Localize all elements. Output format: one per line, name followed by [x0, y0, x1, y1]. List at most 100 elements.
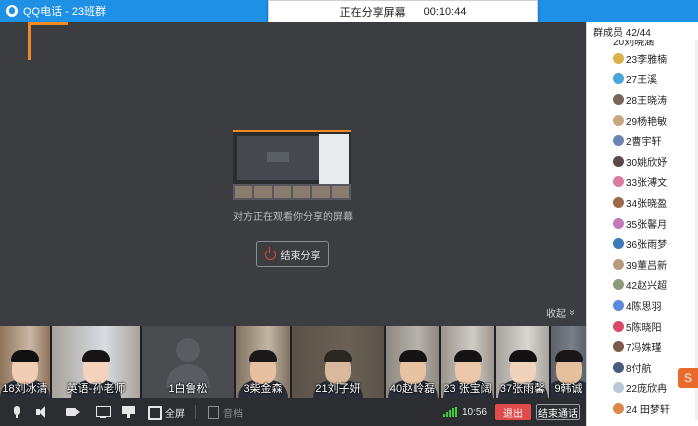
member-item[interactable]: 27王溪: [587, 69, 698, 90]
end-share-label: 结束分享: [280, 250, 321, 262]
fullscreen-icon[interactable]: [148, 406, 162, 420]
member-item[interactable]: 5陈晓阳: [587, 316, 698, 337]
avatar: [613, 382, 624, 394]
document-icon[interactable]: [206, 406, 220, 419]
avatar: [613, 299, 624, 311]
avatar: [613, 135, 624, 147]
video-tile[interactable]: 23 张宝阔: [441, 326, 494, 398]
main-stage: 对方正在观看你分享的屏幕 结束分享 收起 »: [0, 22, 586, 326]
member-item[interactable]: 36张雨梦: [587, 233, 698, 254]
video-tile[interactable]: 40赵岭磊: [386, 326, 439, 398]
toolbar-divider: [195, 405, 196, 419]
power-icon: [264, 246, 276, 260]
member-item[interactable]: 35张馨月: [587, 213, 698, 234]
end-call-button[interactable]: 结束通话: [536, 404, 580, 420]
participant-name: 9韩诚: [554, 383, 583, 395]
video-tile[interactable]: 1白鲁松: [142, 326, 234, 398]
watching-notice: 对方正在观看你分享的屏幕: [233, 212, 353, 223]
member-name: 22庞欣冉: [626, 384, 668, 396]
sharing-timer: 00:10:44: [423, 6, 467, 18]
qq-logo-icon: [6, 5, 18, 17]
avatar: [613, 155, 624, 167]
participant-hair: [82, 350, 110, 362]
preview-video-strip: [233, 184, 351, 200]
sogou-ime-icon[interactable]: S: [678, 368, 698, 388]
member-item[interactable]: 24 田梦轩: [587, 398, 698, 419]
call-toolbar: 全屏 音档 10:56 退出 结束通话: [0, 398, 586, 426]
member-item[interactable]: 28王晓涛: [587, 89, 698, 110]
sharing-label: 正在分享屏幕: [339, 7, 406, 19]
member-item[interactable]: 39董吕新: [587, 254, 698, 275]
participant-name: 21刘子妍: [315, 383, 361, 395]
participant-name: 1白鲁松: [168, 383, 208, 395]
member-name: 20刘晓涵: [613, 40, 655, 48]
avatar: [613, 196, 624, 208]
avatar: [613, 341, 624, 353]
member-item[interactable]: 23李雅楠: [587, 48, 698, 69]
avatar: [613, 93, 624, 105]
member-item[interactable]: 33张溥文: [587, 172, 698, 193]
member-item[interactable]: 2曹宇轩: [587, 130, 698, 151]
member-name: 42赵兴超: [626, 281, 668, 293]
video-strip: 18刘冰清 英语-孙老师 1白鲁松 3柴金森 21刘子妍 40赵岭磊 23 张宝阔 37张雨馨…: [0, 326, 586, 398]
camera-icon[interactable]: [66, 406, 80, 418]
participant-hair: [249, 350, 277, 362]
member-name: 39董吕新: [626, 260, 668, 272]
video-tile[interactable]: 英语-孙老师: [52, 326, 140, 398]
preview-member-list: [319, 134, 349, 186]
end-share-button[interactable]: 结束分享: [256, 241, 329, 267]
preview-screen: [237, 136, 319, 180]
member-name: 7冯姝瑾: [626, 343, 662, 355]
avatar: [613, 238, 624, 250]
exit-button[interactable]: 退出: [495, 404, 531, 420]
member-item[interactable]: 20刘晓涵: [587, 40, 698, 48]
avatar: [613, 73, 624, 85]
double-chevron-icon: »: [566, 309, 578, 316]
preview-dialog: [267, 152, 289, 162]
signal-strength-icon: [442, 407, 457, 417]
member-item[interactable]: 7冯姝瑾: [587, 336, 698, 357]
doc-label[interactable]: 音档: [223, 405, 243, 420]
member-name: 29杨艳敏: [626, 116, 668, 128]
video-tile[interactable]: 18刘冰清: [0, 326, 50, 398]
participant-name: 40赵岭磊: [389, 383, 436, 395]
member-item[interactable]: 34张晓盈: [587, 192, 698, 213]
member-name: 28王晓涛: [626, 95, 668, 107]
window-title: QQ电话 - 23班群: [23, 6, 107, 18]
participant-hair: [508, 350, 537, 362]
participant-hair: [453, 350, 482, 362]
participant-hair: [398, 350, 427, 362]
avatar: [613, 114, 624, 126]
member-name: 35张馨月: [626, 219, 668, 231]
member-name: 2曹宇轩: [626, 137, 662, 149]
participant-hair: [11, 350, 39, 362]
member-item[interactable]: 42赵兴超: [587, 275, 698, 296]
presentation-icon[interactable]: [122, 406, 136, 418]
call-clock: 10:56: [461, 406, 487, 418]
collapse-button[interactable]: 收起 »: [546, 305, 578, 320]
video-tile[interactable]: 37张雨馨: [496, 326, 549, 398]
participant-name: 23 张宝阔: [443, 383, 492, 395]
avatar: [613, 361, 624, 373]
avatar: [613, 217, 624, 229]
member-name: 4陈思羽: [626, 301, 662, 313]
video-tile[interactable]: 9韩诚: [551, 326, 586, 398]
avatar-placeholder-icon: [176, 338, 200, 362]
video-tile[interactable]: 21刘子妍: [292, 326, 384, 398]
member-list: 23李雅楠 27王溪 28王晓涛 29杨艳敏 2曹宇轩 30姚欣妤 33张溥文 34张晓盈 35…: [587, 48, 698, 419]
member-name: 34张晓盈: [626, 198, 668, 210]
member-count: 群成员 42/44: [593, 27, 651, 39]
shared-screen-preview[interactable]: [233, 130, 351, 200]
fullscreen-label[interactable]: 全屏: [165, 405, 185, 420]
member-item[interactable]: 4陈思羽: [587, 295, 698, 316]
speaker-icon[interactable]: [34, 406, 48, 418]
share-frame-corner: [28, 22, 68, 60]
share-screen-icon[interactable]: [96, 406, 111, 418]
member-name: 5陈晓阳: [626, 322, 662, 334]
microphone-icon[interactable]: [10, 406, 24, 418]
member-item[interactable]: 30姚欣妤: [587, 151, 698, 172]
collapse-label: 收起: [546, 309, 566, 320]
video-tile[interactable]: 3柴金森: [236, 326, 290, 398]
member-item[interactable]: 29杨艳敏: [587, 110, 698, 131]
member-name: 30姚欣妤: [626, 157, 668, 169]
